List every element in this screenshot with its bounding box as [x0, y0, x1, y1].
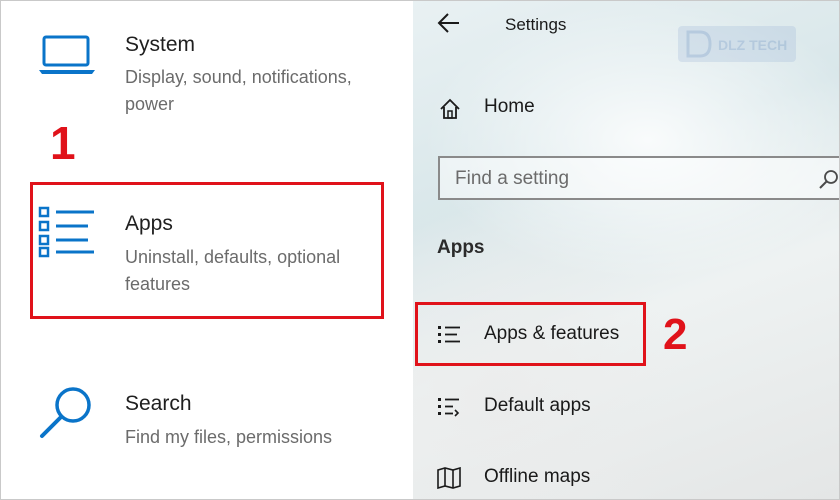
image-border	[0, 0, 840, 500]
